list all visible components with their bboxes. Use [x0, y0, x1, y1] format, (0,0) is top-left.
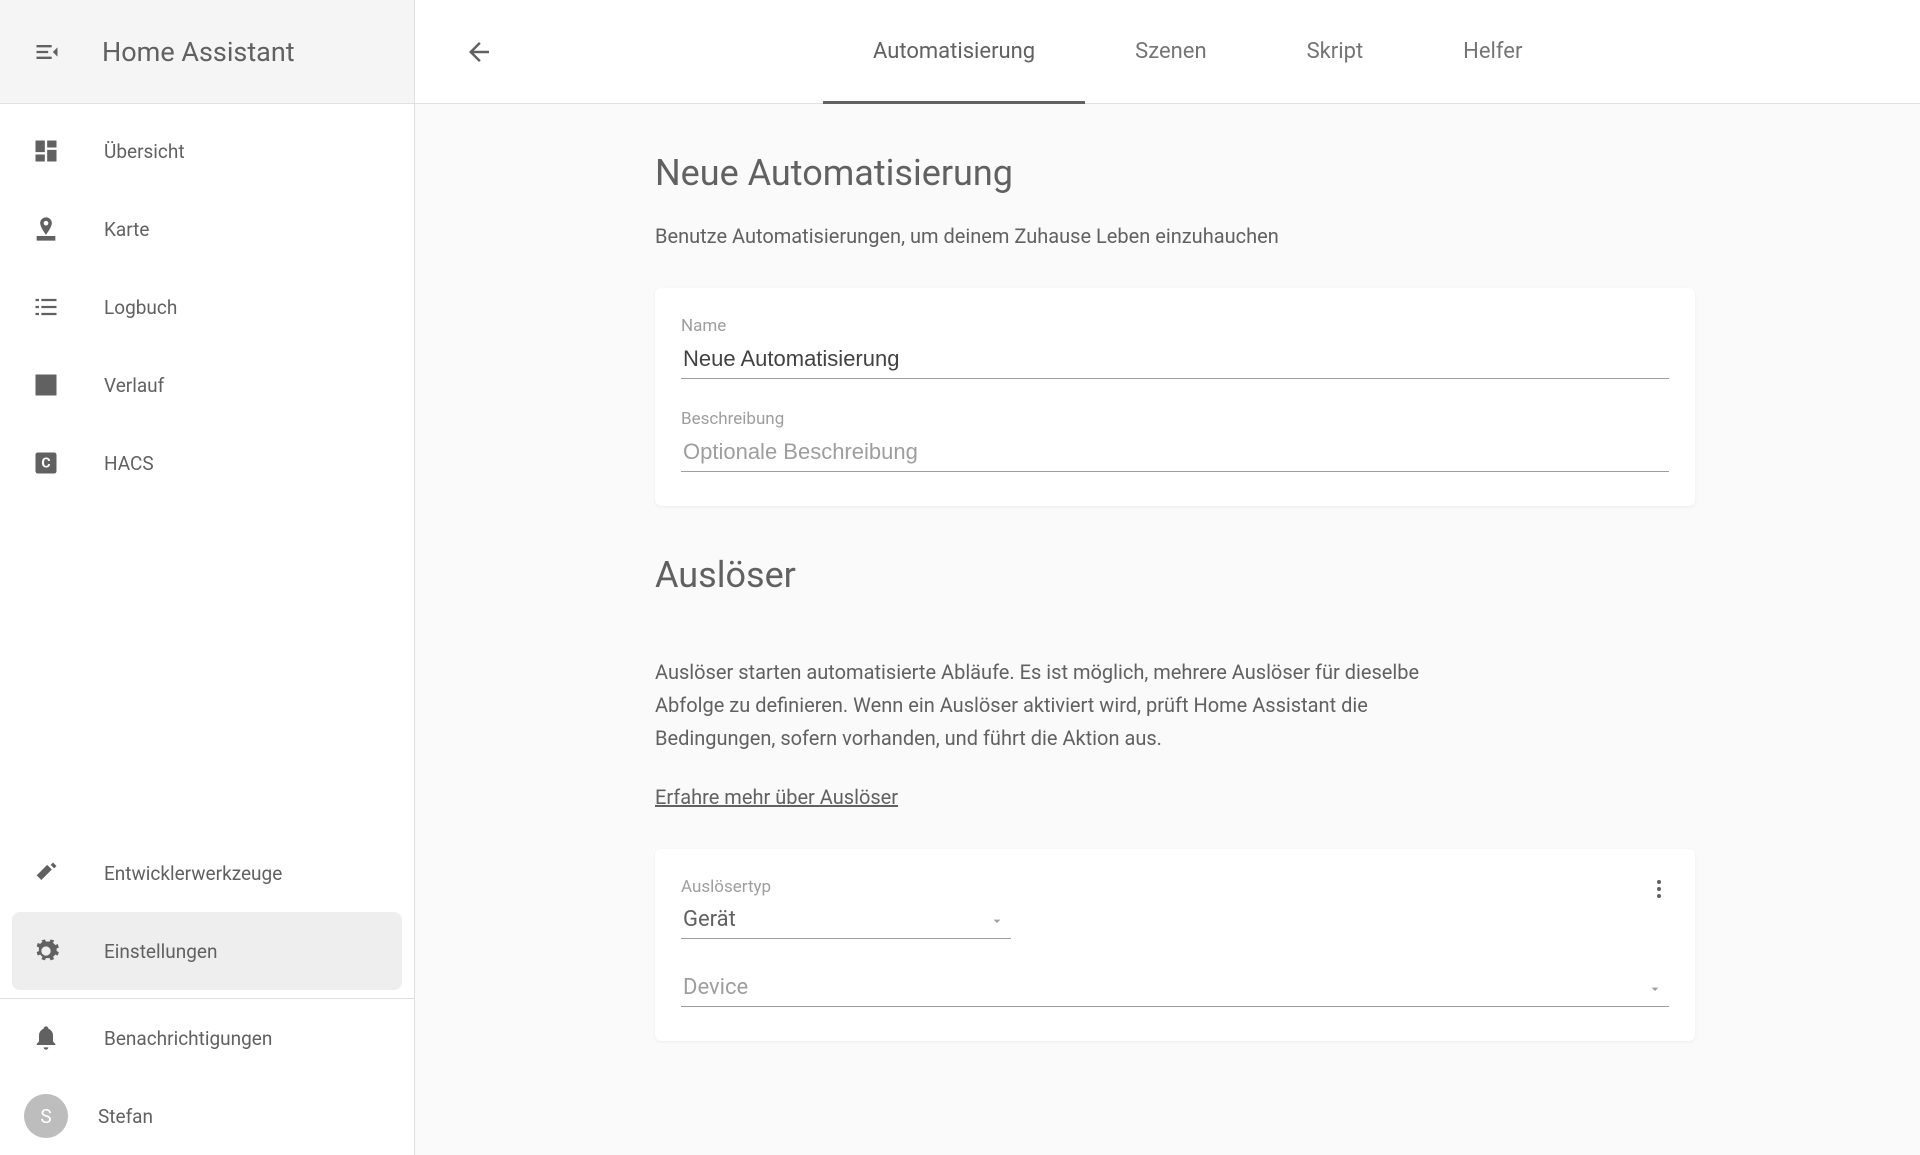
- desc-input[interactable]: [681, 433, 1669, 472]
- sidebar-item-label: Verlauf: [104, 374, 164, 397]
- map-icon: [30, 213, 62, 245]
- tab-helper[interactable]: Helfer: [1413, 0, 1572, 104]
- tab-automation[interactable]: Automatisierung: [823, 0, 1085, 104]
- dashboard-icon: [30, 135, 62, 167]
- sidebar-item-label: Benachrichtigungen: [104, 1027, 272, 1050]
- sidebar-item-user[interactable]: S Stefan: [0, 1077, 414, 1155]
- card-menu-button[interactable]: [1639, 869, 1679, 909]
- hacs-icon: C: [30, 447, 62, 479]
- learn-more-link[interactable]: Erfahre mehr über Auslöser: [655, 785, 898, 809]
- tab-label: Automatisierung: [873, 39, 1035, 64]
- chart-icon: [30, 369, 62, 401]
- sidebar-item-label: Übersicht: [104, 140, 185, 163]
- trigger-type-select[interactable]: Gerät: [681, 901, 1011, 939]
- tabs: Automatisierung Szenen Skript Helfer: [823, 0, 1572, 104]
- svg-text:C: C: [41, 456, 50, 472]
- tab-label: Szenen: [1135, 39, 1206, 64]
- gear-icon: [30, 935, 62, 967]
- sidebar-item-history[interactable]: Verlauf: [0, 346, 414, 424]
- sidebar-item-settings[interactable]: Einstellungen: [12, 912, 402, 990]
- tab-label: Skript: [1307, 39, 1364, 64]
- sidebar-item-label: Entwicklerwerkzeuge: [104, 862, 282, 885]
- list-icon: [30, 291, 62, 323]
- tab-scenes[interactable]: Szenen: [1085, 0, 1256, 104]
- sidebar-bottom: Benachrichtigungen S Stefan: [0, 998, 414, 1155]
- sidebar-item-overview[interactable]: Übersicht: [0, 112, 414, 190]
- app-title: Home Assistant: [102, 36, 295, 68]
- trigger-desc: Auslöser starten automatisierte Abläufe.…: [655, 656, 1445, 755]
- menu-collapse-icon[interactable]: [30, 35, 64, 69]
- name-input[interactable]: [681, 340, 1669, 379]
- sidebar-item-label: Logbuch: [104, 296, 177, 319]
- sidebar-item-logbook[interactable]: Logbuch: [0, 268, 414, 346]
- sidebar-item-label: Karte: [104, 218, 149, 241]
- topbar: Automatisierung Szenen Skript Helfer: [415, 0, 1920, 104]
- desc-label: Beschreibung: [681, 409, 1669, 429]
- sidebar-tools-section: Entwicklerwerkzeuge Einstellungen: [0, 826, 414, 998]
- tab-label: Helfer: [1463, 39, 1522, 64]
- avatar-initial: S: [40, 1105, 51, 1128]
- sidebar: Home Assistant Übersicht Karte Logbuch: [0, 0, 415, 1155]
- sidebar-item-label: Einstellungen: [104, 940, 217, 963]
- sidebar-item-label: HACS: [104, 452, 154, 475]
- avatar: S: [24, 1094, 68, 1138]
- sidebar-item-map[interactable]: Karte: [0, 190, 414, 268]
- sidebar-header: Home Assistant: [0, 0, 414, 104]
- name-label: Name: [681, 316, 1669, 336]
- trigger-card: Auslösertyp Gerät Device: [655, 849, 1695, 1041]
- sidebar-nav: Übersicht Karte Logbuch Verlauf: [0, 104, 414, 826]
- sidebar-item-hacs[interactable]: C HACS: [0, 424, 414, 502]
- bell-icon: [30, 1022, 62, 1054]
- page-title: Neue Automatisierung: [655, 152, 1695, 194]
- device-select[interactable]: Device: [681, 969, 1669, 1007]
- hammer-icon: [30, 857, 62, 889]
- content: Neue Automatisierung Benutze Automatisie…: [415, 104, 1920, 1155]
- tab-script[interactable]: Skript: [1257, 0, 1414, 104]
- name-card: Name Beschreibung: [655, 288, 1695, 506]
- main: Automatisierung Szenen Skript Helfer Neu…: [415, 0, 1920, 1155]
- page-subtitle: Benutze Automatisierungen, um deinem Zuh…: [655, 224, 1695, 248]
- trigger-type-label: Auslösertyp: [681, 877, 1669, 897]
- trigger-title: Auslöser: [655, 554, 1695, 596]
- sidebar-item-notifications[interactable]: Benachrichtigungen: [0, 999, 414, 1077]
- sidebar-item-devtools[interactable]: Entwicklerwerkzeuge: [0, 834, 414, 912]
- back-button[interactable]: [455, 28, 503, 76]
- user-name: Stefan: [98, 1105, 153, 1128]
